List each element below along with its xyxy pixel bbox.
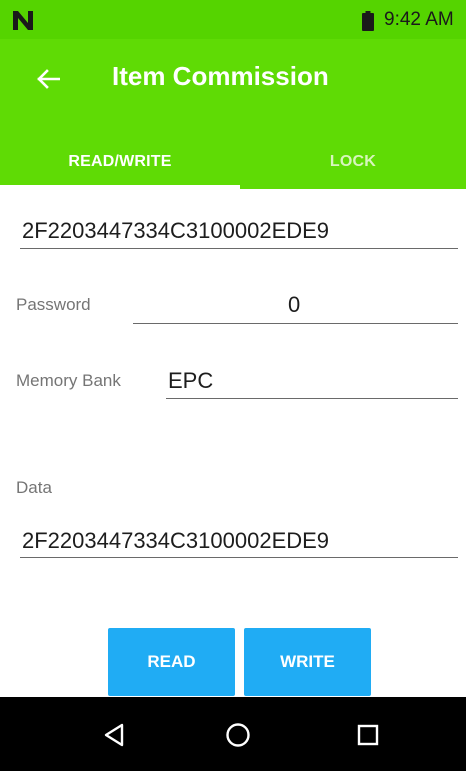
- battery-icon: [362, 11, 374, 31]
- back-button[interactable]: [24, 59, 72, 99]
- nav-home-button[interactable]: [218, 717, 258, 753]
- write-button[interactable]: WRITE: [244, 628, 371, 696]
- read-button[interactable]: READ: [108, 628, 235, 696]
- back-triangle-icon: [104, 723, 124, 747]
- page-title: Item Commission: [112, 61, 329, 91]
- data-underline: [20, 557, 458, 558]
- tab-read-write[interactable]: READ/WRITE: [0, 134, 240, 189]
- data-label: Data: [16, 478, 52, 497]
- status-time: 9:42 AM: [384, 9, 454, 30]
- memory-bank-underline: [166, 398, 458, 399]
- arrow-left-icon: [37, 69, 60, 89]
- tag-id-underline: [20, 248, 458, 249]
- password-label: Password: [16, 295, 91, 314]
- data-field[interactable]: 2F2203447334C3100002EDE9: [22, 528, 329, 554]
- status-bar: 9:42 AM: [0, 0, 466, 39]
- app-bar: Item Commission READ/WRITE LOCK: [0, 39, 466, 189]
- nav-back-button[interactable]: [94, 717, 134, 753]
- password-field[interactable]: 0: [288, 292, 300, 318]
- tab-lock[interactable]: LOCK: [240, 134, 466, 189]
- navigation-bar: [0, 697, 466, 771]
- memory-bank-label: Memory Bank: [16, 371, 121, 390]
- nav-recents-button[interactable]: [348, 717, 388, 753]
- home-circle-icon: [226, 723, 250, 747]
- recents-square-icon: [357, 724, 379, 746]
- screen: 9:42 AM Item Commission READ/WRITE LOCK …: [0, 0, 466, 771]
- memory-bank-select[interactable]: EPC: [168, 368, 213, 394]
- password-underline: [133, 323, 458, 324]
- n-logo-icon: [13, 11, 33, 30]
- tab-indicator: [0, 185, 240, 189]
- tag-id-field[interactable]: 2F2203447334C3100002EDE9: [22, 218, 329, 244]
